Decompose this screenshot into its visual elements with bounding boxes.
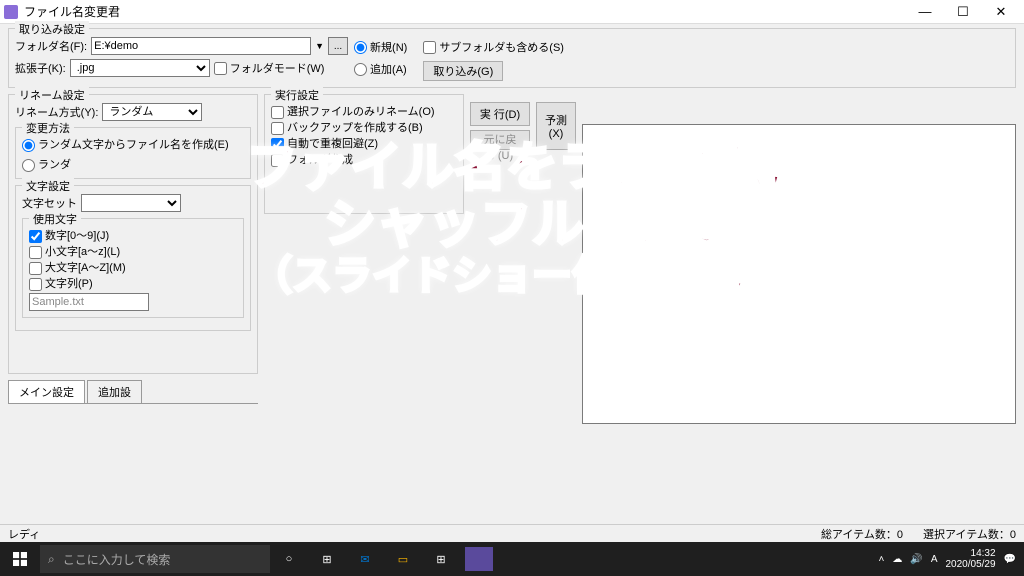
- use-chars-title: 使用文字: [29, 211, 81, 227]
- start-button[interactable]: [0, 542, 40, 576]
- tray-up-icon[interactable]: ˄: [879, 554, 885, 565]
- browse-button[interactable]: ...: [328, 37, 348, 55]
- rename-settings-group: リネーム設定 リネーム方式(Y): ランダム 変更方法 ランダム文字からファイル…: [8, 94, 258, 374]
- search-icon: ⌕: [48, 552, 55, 567]
- tab-extra[interactable]: 追加設: [87, 380, 142, 403]
- app-icon-taskbar[interactable]: [465, 547, 493, 571]
- folder-mode-check[interactable]: フォルダモード(W): [214, 60, 325, 76]
- rename-method-select[interactable]: ランダム: [102, 103, 202, 121]
- tray-ime-icon[interactable]: A: [931, 554, 938, 565]
- predict-button[interactable]: 予測(X): [536, 102, 576, 150]
- window-title: ファイル名変更君: [24, 3, 906, 20]
- preview-pane: [582, 124, 1016, 424]
- subfolder-check[interactable]: サブフォルダも含める(S): [423, 39, 564, 55]
- char-settings-group: 文字設定 文字セット 使用文字 数字[0～9](J) 小文字[a～z](L) 大…: [15, 185, 251, 331]
- minimize-button[interactable]: —: [906, 0, 944, 24]
- change-method-title: 変更方法: [22, 120, 74, 136]
- taskbar: ⌕ ここに入力して検索 ○ ⊞ ✉ ▭ ⊞ ˄ ☁ 🔊 A 14:32 2020…: [0, 542, 1024, 576]
- ext-select[interactable]: .jpg: [70, 59, 210, 77]
- exec-settings-group: 実行設定 選択ファイルのみリネーム(O) バックアップを作成する(B) 自動で重…: [264, 94, 464, 214]
- chk-lower[interactable]: 小文字[a～z](L): [29, 243, 227, 259]
- status-ready: レディ: [8, 526, 40, 542]
- char-settings-title: 文字設定: [22, 178, 74, 194]
- undo-button[interactable]: 元に戻す(U): [470, 130, 530, 150]
- cortana-icon[interactable]: ○: [270, 542, 308, 576]
- chk-backup[interactable]: バックアップを作成する(B): [271, 119, 447, 135]
- clock[interactable]: 14:32 2020/05/29: [945, 548, 995, 570]
- radio-random-chars[interactable]: ランダム文字からファイル名を作成(E): [22, 136, 234, 152]
- store-icon[interactable]: ⊞: [422, 542, 460, 576]
- app-icon: [4, 5, 18, 19]
- chk-folder[interactable]: フォルダ作成: [271, 151, 447, 167]
- content-area: 取り込み設定 フォルダ名(F): ▼ ... 拡張子(K): .jpg フォルダ…: [0, 24, 1024, 428]
- close-button[interactable]: ✕: [982, 0, 1020, 24]
- tabs: メイン設定 追加設: [8, 380, 258, 404]
- run-button[interactable]: 実 行(D): [470, 102, 530, 126]
- chk-digits[interactable]: 数字[0～9](J): [29, 227, 227, 243]
- sample-input[interactable]: [29, 293, 149, 311]
- use-chars-group: 使用文字 数字[0～9](J) 小文字[a～z](L) 大文字[A～Z](M) …: [22, 218, 244, 318]
- status-total: 総アイテム数：0: [821, 526, 903, 542]
- maximize-button[interactable]: ☐: [944, 0, 982, 24]
- chk-selected-only[interactable]: 選択ファイルのみリネーム(O): [271, 103, 447, 119]
- ext-label: 拡張子(K):: [15, 60, 66, 76]
- change-method-group: 変更方法 ランダム文字からファイル名を作成(E) ランダ: [15, 127, 251, 179]
- rename-method-label: リネーム方式(Y):: [15, 104, 98, 120]
- folder-label: フォルダ名(F):: [15, 38, 87, 54]
- rename-group-title: リネーム設定: [15, 87, 89, 103]
- explorer-icon[interactable]: ▭: [384, 542, 422, 576]
- chk-upper[interactable]: 大文字[A～Z](M): [29, 259, 227, 275]
- import-group-title: 取り込み設定: [15, 21, 89, 37]
- radio-random-2[interactable]: ランダ: [22, 156, 234, 172]
- taskview-icon[interactable]: ⊞: [308, 542, 346, 576]
- radio-new[interactable]: 新規(N): [354, 39, 407, 55]
- tab-main[interactable]: メイン設定: [8, 380, 85, 403]
- radio-add[interactable]: 追加(A): [354, 61, 407, 77]
- charset-label: 文字セット: [22, 195, 77, 211]
- exec-group-title: 実行設定: [271, 87, 323, 103]
- search-placeholder: ここに入力して検索: [63, 551, 171, 568]
- tray-cloud-icon[interactable]: ☁: [892, 554, 902, 565]
- chk-string[interactable]: 文字列(P): [29, 275, 227, 291]
- tray-volume-icon[interactable]: 🔊: [910, 554, 922, 565]
- status-selected: 選択アイテム数：0: [923, 526, 1016, 542]
- folder-input[interactable]: [91, 37, 311, 55]
- import-button[interactable]: 取り込み(G): [423, 61, 503, 81]
- notification-icon[interactable]: 💬: [1004, 554, 1016, 565]
- windows-icon: [13, 552, 27, 566]
- search-box[interactable]: ⌕ ここに入力して検索: [40, 545, 270, 573]
- titlebar: ファイル名変更君 — ☐ ✕: [0, 0, 1024, 24]
- import-settings-group: 取り込み設定 フォルダ名(F): ▼ ... 拡張子(K): .jpg フォルダ…: [8, 28, 1016, 88]
- charset-select[interactable]: [81, 194, 181, 212]
- mail-icon[interactable]: ✉: [346, 542, 384, 576]
- statusbar: レディ 総アイテム数：0 選択アイテム数：0: [0, 524, 1024, 542]
- chk-auto-dup[interactable]: 自動で重複回避(Z): [271, 135, 447, 151]
- system-tray: ˄ ☁ 🔊 A 14:32 2020/05/29 💬: [879, 548, 1024, 570]
